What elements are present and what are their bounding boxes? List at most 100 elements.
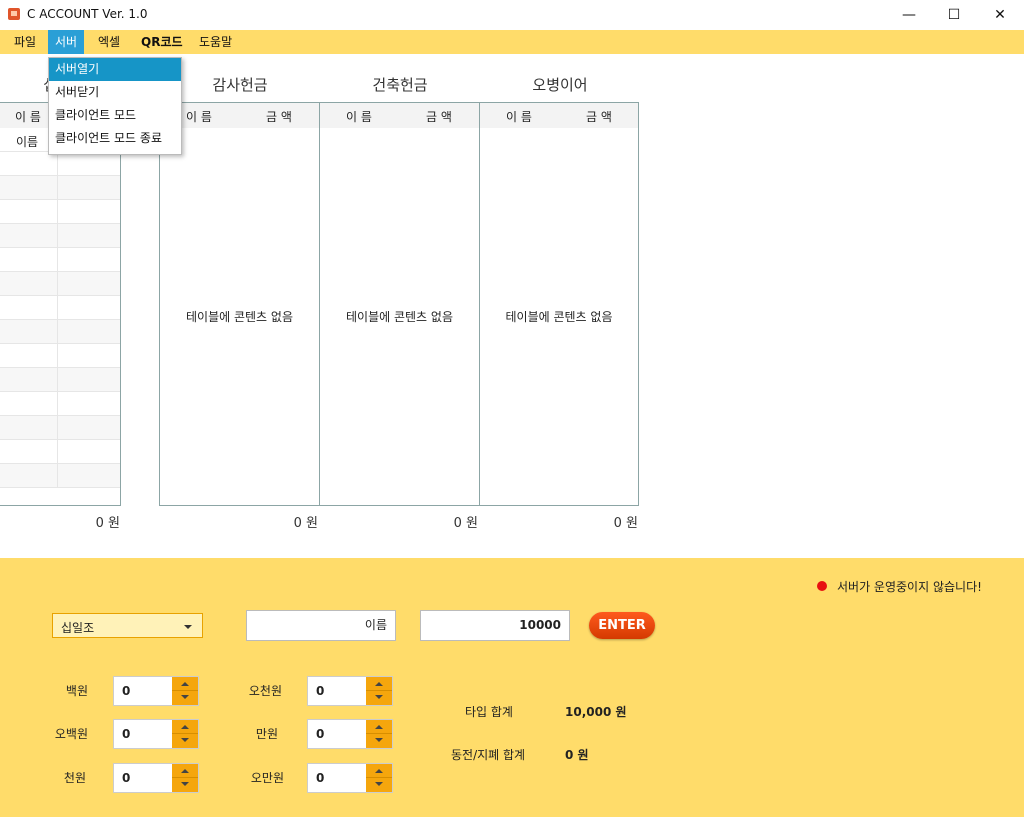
spinner-buttons[interactable]	[366, 764, 392, 792]
minimize-button[interactable]: —	[886, 0, 932, 30]
arrow-down-icon[interactable]	[181, 695, 189, 699]
name-input[interactable]: 이름	[246, 610, 396, 641]
table-tithe: 이 름 이름	[0, 102, 121, 506]
coin-sum-value: 0 원	[565, 748, 589, 762]
table-header: 이 름 금 액	[320, 103, 479, 128]
header-name: 이 름	[15, 110, 41, 124]
total-thanks: 0 원	[293, 516, 318, 531]
spinner-100won[interactable]: 0	[113, 676, 199, 706]
menu-open-server[interactable]: 서버열기	[49, 58, 181, 81]
enter-button[interactable]: ENTER	[589, 612, 655, 639]
category-value: 십일조	[61, 621, 95, 635]
menu-bar: 파일 서버 엑셀 QR코드 도움말	[0, 30, 1024, 54]
menu-client-mode-exit[interactable]: 클라이언트 모드 종료	[49, 127, 181, 150]
app-icon	[8, 8, 20, 20]
table-row[interactable]	[0, 152, 120, 176]
menu-close-server[interactable]: 서버닫기	[49, 81, 181, 104]
table-building: 이 름 금 액 테이블에 콘텐츠 없음	[319, 102, 480, 506]
table-row[interactable]	[0, 224, 120, 248]
coin-sum-label: 동전/지폐 합계	[451, 748, 526, 762]
total-five-loaves: 0 원	[613, 516, 638, 531]
table-row[interactable]	[0, 464, 120, 488]
chevron-down-icon	[184, 625, 192, 629]
menu-qrcode[interactable]: QR코드	[134, 30, 190, 54]
header-name: 이 름	[186, 110, 212, 124]
spinner-value: 0	[316, 771, 325, 785]
close-button[interactable]: ✕	[977, 0, 1023, 30]
spinner-buttons[interactable]	[366, 677, 392, 705]
menu-server[interactable]: 서버	[48, 30, 85, 54]
table-row[interactable]	[0, 392, 120, 416]
spinner-buttons[interactable]	[366, 720, 392, 748]
status-indicator-icon	[817, 581, 827, 591]
menu-client-mode[interactable]: 클라이언트 모드	[49, 104, 181, 127]
spinner-buttons[interactable]	[172, 764, 198, 792]
menu-help[interactable]: 도움말	[192, 30, 239, 54]
total-building: 0 원	[453, 516, 478, 531]
spinner-value: 0	[122, 684, 131, 698]
empty-message: 테이블에 콘텐츠 없음	[505, 310, 613, 324]
label-500won: 오백원	[54, 727, 88, 741]
table-row[interactable]	[0, 320, 120, 344]
table-title-thanks: 감사헌금	[212, 76, 268, 94]
arrow-up-icon[interactable]	[375, 769, 383, 773]
header-name: 이 름	[506, 110, 532, 124]
maximize-button[interactable]: ☐	[931, 0, 977, 30]
arrow-up-icon[interactable]	[181, 725, 189, 729]
window-title: C ACCOUNT Ver. 1.0	[27, 7, 148, 21]
table-header: 이 름 금 액	[160, 103, 319, 128]
spinner-500won[interactable]: 0	[113, 719, 199, 749]
spinner-value: 0	[122, 771, 131, 785]
header-amount: 금 액	[426, 110, 452, 124]
table-row[interactable]	[0, 272, 120, 296]
table-row[interactable]	[0, 296, 120, 320]
menu-file[interactable]: 파일	[7, 30, 43, 54]
table-row[interactable]	[0, 248, 120, 272]
arrow-up-icon[interactable]	[181, 769, 189, 773]
table-row[interactable]	[0, 440, 120, 464]
category-select[interactable]: 십일조	[52, 613, 203, 638]
table-row[interactable]	[0, 344, 120, 368]
arrow-down-icon[interactable]	[375, 782, 383, 786]
arrow-down-icon[interactable]	[375, 738, 383, 742]
spinner-value: 0	[122, 727, 131, 741]
arrow-down-icon[interactable]	[375, 695, 383, 699]
arrow-up-icon[interactable]	[375, 725, 383, 729]
spinner-buttons[interactable]	[172, 677, 198, 705]
table-header: 이 름 금 액	[480, 103, 638, 128]
spinner-buttons[interactable]	[172, 720, 198, 748]
header-name: 이 름	[346, 110, 372, 124]
header-amount: 금 액	[586, 110, 612, 124]
spinner-1000won[interactable]: 0	[113, 763, 199, 793]
arrow-up-icon[interactable]	[375, 682, 383, 686]
spinner-10000won[interactable]: 0	[307, 719, 393, 749]
label-1000won: 천원	[63, 771, 86, 785]
table-title-five-loaves: 오병이어	[532, 76, 588, 94]
table-row[interactable]	[0, 368, 120, 392]
server-dropdown: 서버열기 서버닫기 클라이언트 모드 클라이언트 모드 종료	[48, 57, 182, 155]
arrow-down-icon[interactable]	[181, 782, 189, 786]
row-name: 이름	[16, 135, 39, 149]
table-five-loaves: 이 름 금 액 테이블에 콘텐츠 없음	[479, 102, 639, 506]
total-tithe: 0 원	[95, 516, 120, 531]
menu-excel[interactable]: 엑셀	[91, 30, 127, 54]
table-thanks: 이 름 금 액 테이블에 콘텐츠 없음	[159, 102, 320, 506]
label-5000won: 오천원	[248, 684, 282, 698]
amount-input[interactable]: 10000	[420, 610, 570, 641]
label-100won: 백원	[65, 684, 88, 698]
spinner-5000won[interactable]: 0	[307, 676, 393, 706]
spinner-value: 0	[316, 727, 325, 741]
spinner-50000won[interactable]: 0	[307, 763, 393, 793]
type-sum-label: 타입 합계	[465, 705, 513, 719]
empty-message: 테이블에 콘텐츠 없음	[346, 310, 453, 324]
table-title-building: 건축헌금	[372, 76, 428, 94]
table-row[interactable]	[0, 176, 120, 200]
label-50000won: 오만원	[250, 771, 284, 785]
server-status-text: 서버가 운영중이지 않습니다!	[837, 580, 982, 594]
header-amount: 금 액	[266, 110, 292, 124]
arrow-up-icon[interactable]	[181, 682, 189, 686]
type-sum-value: 10,000 원	[565, 705, 627, 719]
arrow-down-icon[interactable]	[181, 738, 189, 742]
table-row[interactable]	[0, 200, 120, 224]
table-row[interactable]	[0, 416, 120, 440]
